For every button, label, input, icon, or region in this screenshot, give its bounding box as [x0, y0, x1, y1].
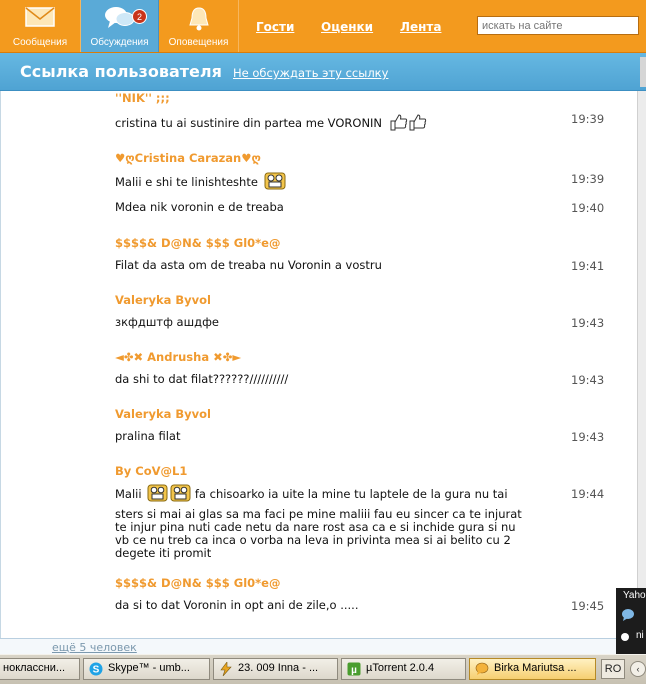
- message-text-wrap: Malii e shi te linishteshte: [115, 172, 535, 193]
- message-text: Malii: [115, 487, 142, 501]
- page-scrollbar[interactable]: [637, 91, 646, 638]
- message-text-wrap: Malii fa chisoarko ia uite la mine tu la…: [115, 484, 535, 505]
- envelope-icon: [25, 6, 55, 31]
- message-author: ''NIK'' ;;;: [115, 91, 170, 105]
- message-time: 19:39: [571, 172, 605, 186]
- chat-bubble-icon: [475, 662, 489, 679]
- more-people-link[interactable]: ещё 5 человек: [52, 641, 137, 654]
- nav-notifications-button[interactable]: Оповещения: [159, 0, 239, 52]
- svg-text:µ: µ: [351, 665, 357, 676]
- taskbar-item-label: ноклассни...: [3, 662, 66, 674]
- message-text: зкфдштф ашдфе: [115, 315, 219, 329]
- chat-message: By CoV@L1 Malii fa chisoarko ia uite la …: [115, 464, 621, 560]
- message-time: 19:43: [571, 373, 605, 387]
- guests-link[interactable]: Гости: [256, 20, 294, 34]
- status-radio[interactable]: [621, 633, 629, 641]
- grinning-smiley-icon: [264, 172, 286, 193]
- svg-text:S: S: [93, 665, 100, 676]
- speech-bubbles-icon: [104, 6, 136, 33]
- taskbar-item-winamp[interactable]: 23. 009 Inna - ...: [213, 658, 338, 680]
- message-time: 19:40: [571, 201, 605, 215]
- lightning-icon: [219, 661, 233, 679]
- nav-discussions-label: Обсуждения: [90, 37, 149, 48]
- page-header: Ссылка пользователя Не обсуждать эту ссы…: [0, 53, 646, 91]
- ratings-link[interactable]: Оценки: [321, 20, 373, 34]
- skype-icon: S: [89, 662, 103, 679]
- thumbs-up-icon: [388, 112, 428, 135]
- message-time: 19:39: [571, 112, 605, 126]
- yahoo-chat-icon: [621, 608, 635, 625]
- nav-notifications-label: Оповещения: [168, 37, 229, 48]
- chat-message: Valeryka Byvol зкфдштф ашдфе 19:43: [115, 293, 621, 330]
- top-navigation-bar: Сообщения 2 Обсуждения Оповещения Гости …: [0, 0, 646, 53]
- nav-messages-button[interactable]: Сообщения: [0, 0, 81, 52]
- yahoo-popup-title: Yaho: [623, 590, 646, 601]
- message-text-wrap: cristina tu ai sustinire din partea me V…: [115, 112, 535, 135]
- message-time: 19:44: [571, 487, 605, 501]
- chat-message: ''NIK'' ;;; cristina tu ai sustinire din…: [115, 91, 621, 131]
- tray-expand-icon[interactable]: ‹: [630, 661, 646, 677]
- message-text: Malii e shi te linishteshte: [115, 175, 258, 189]
- yahoo-popup-item: ni: [636, 630, 644, 641]
- taskbar-item-label: µTorrent 2.0.4: [366, 662, 435, 674]
- message-text: fa chisoarko ia uite la mine tu laptele …: [194, 487, 508, 501]
- message-author: ◄✤✖ Andrusha ✖✤►: [115, 350, 242, 364]
- taskbar-item-label: 23. 009 Inna - ...: [238, 662, 319, 674]
- yahoo-messenger-popup[interactable]: Yaho ni: [616, 588, 646, 654]
- message-time: 19:45: [571, 599, 605, 613]
- message-text: da shi to dat filat??????//////////: [115, 372, 289, 386]
- windows-taskbar: ноклассни... S Skype™ - umb... 23. 009 I…: [0, 654, 646, 684]
- message-author: $$$$& D@N& $$$ Gl0*e@: [115, 576, 281, 590]
- chat-message: $$$$& D@N& $$$ Gl0*e@ Filat da asta om d…: [115, 236, 621, 273]
- taskbar-item-label: Birka Mariutsa ...: [494, 662, 577, 674]
- chat-message: $$$$& D@N& $$$ Gl0*e@ da si to dat Voron…: [115, 576, 621, 613]
- message-author: By CoV@L1: [115, 464, 188, 478]
- chat-message: ◄✤✖ Andrusha ✖✤► da shi to dat filat????…: [115, 350, 621, 387]
- message-author: $$$$& D@N& $$$ Gl0*e@: [115, 236, 281, 250]
- site-search-input[interactable]: [477, 16, 639, 35]
- message-author: ♥ღCristina Carazan♥ღ: [115, 151, 261, 165]
- taskbar-item-birka[interactable]: Birka Mariutsa ...: [469, 658, 596, 680]
- message-time: 19:41: [571, 259, 605, 273]
- message-author: Valeryka Byvol: [115, 407, 211, 421]
- taskbar-item-skype[interactable]: S Skype™ - umb...: [83, 658, 210, 680]
- message-text: pralina filat: [115, 429, 181, 443]
- message-text: cristina tu ai sustinire din partea me V…: [115, 116, 383, 130]
- feed-link[interactable]: Лента: [400, 20, 441, 34]
- taskbar-item-label: Skype™ - umb...: [108, 662, 190, 674]
- message-text: da si to dat Voronin in opt ani de zile,…: [115, 598, 359, 612]
- taskbar-item-odnoklassniki[interactable]: ноклассни...: [0, 658, 80, 680]
- bell-icon: [186, 6, 212, 35]
- nav-discussions-button[interactable]: 2 Обсуждения: [81, 0, 159, 52]
- utorrent-icon: µ: [347, 662, 361, 679]
- chat-thread: ''NIK'' ;;; cristina tu ai sustinire din…: [0, 91, 646, 638]
- nav-messages-label: Сообщения: [12, 37, 68, 48]
- taskbar-item-utorrent[interactable]: µ µTorrent 2.0.4: [341, 658, 466, 680]
- message-time: 19:43: [571, 430, 605, 444]
- language-indicator[interactable]: RO: [601, 659, 625, 679]
- page-title: Ссылка пользователя: [20, 62, 222, 81]
- message-text: Mdea nik voronin e de treaba: [115, 200, 284, 214]
- message-text: sters si mai ai glas sa ma faci pe mine …: [115, 507, 522, 560]
- ignore-link-button[interactable]: Не обсуждать эту ссылку: [233, 66, 388, 80]
- discussions-count-badge: 2: [132, 9, 147, 24]
- chat-message: Valeryka Byvol pralina filat 19:43: [115, 407, 621, 444]
- message-time: 19:43: [571, 316, 605, 330]
- header-scroll-edge: [640, 57, 646, 87]
- message-text: Filat da asta om de treaba nu Voronin a …: [115, 258, 382, 272]
- message-author: Valeryka Byvol: [115, 293, 211, 307]
- grinning-smiley-icon: [147, 484, 191, 505]
- chat-message: ♥ღCristina Carazan♥ღ Malii e shi te lini…: [115, 151, 621, 215]
